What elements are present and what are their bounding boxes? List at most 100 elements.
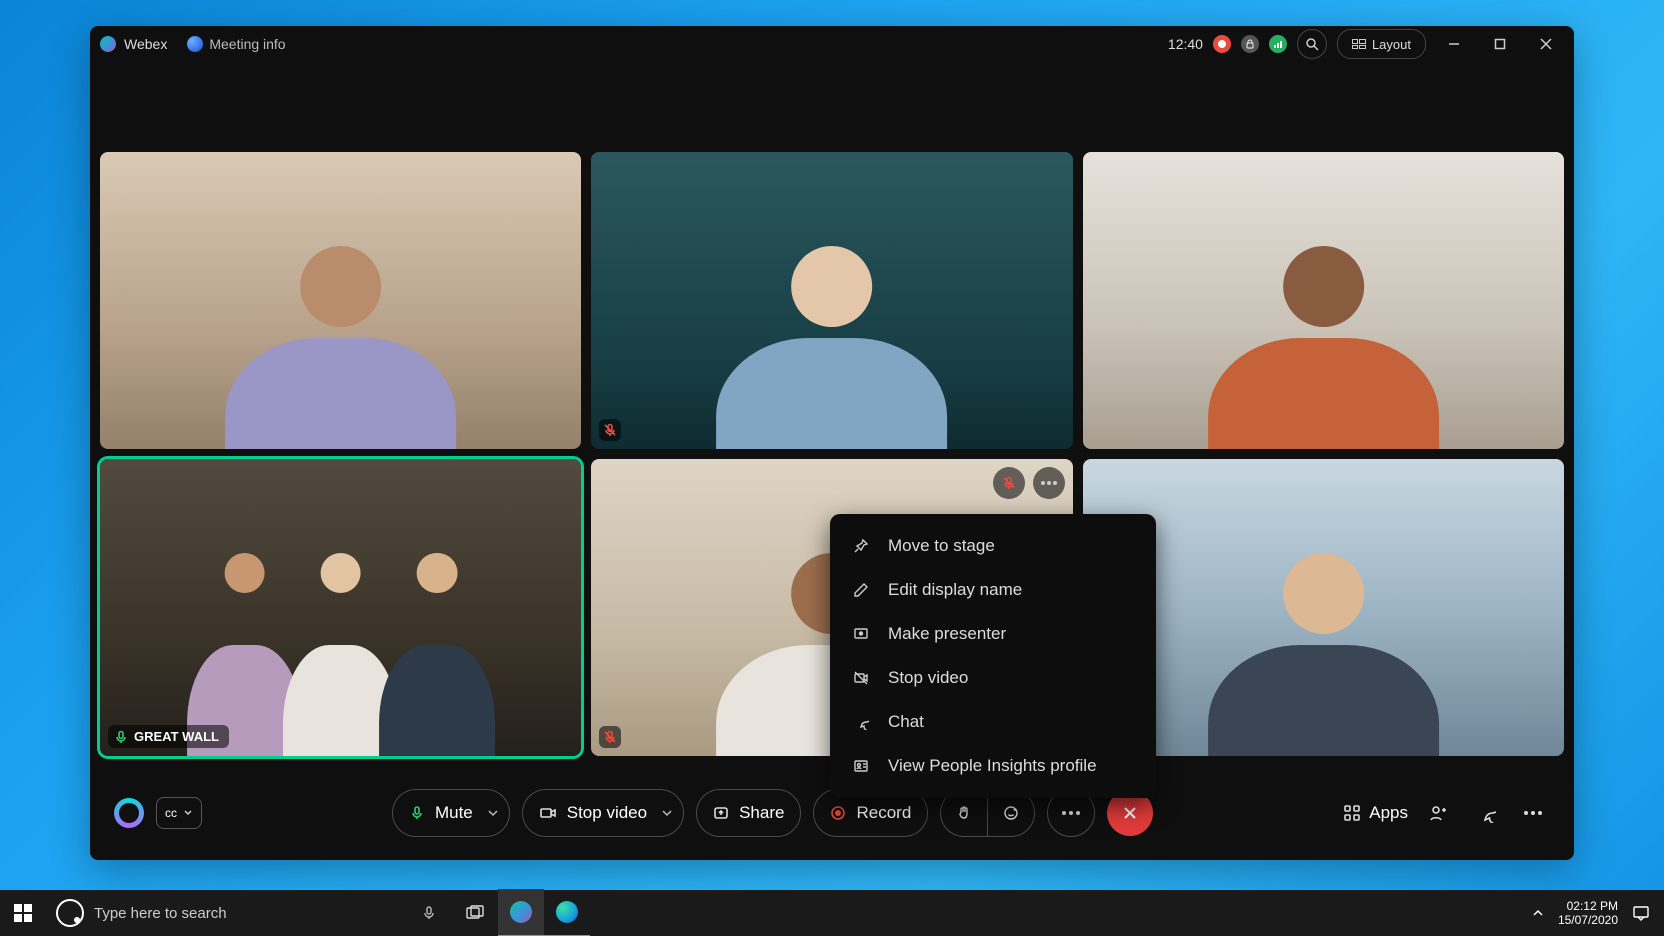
emoji-icon bbox=[1003, 805, 1019, 821]
video-placeholder bbox=[100, 459, 581, 756]
close-button[interactable] bbox=[1528, 26, 1564, 62]
ctx-stop-video[interactable]: Stop video bbox=[830, 656, 1156, 700]
pencil-icon bbox=[852, 581, 870, 599]
participant-tile-2[interactable] bbox=[591, 152, 1072, 449]
share-button[interactable]: Share bbox=[696, 789, 801, 837]
participant-tile-1[interactable] bbox=[100, 152, 581, 449]
camera-icon bbox=[539, 805, 557, 821]
chevron-down-icon bbox=[183, 808, 193, 818]
stop-video-button[interactable]: Stop video bbox=[522, 789, 684, 837]
mute-options-button[interactable] bbox=[487, 807, 499, 819]
participant-tile-3[interactable] bbox=[1083, 152, 1564, 449]
chevron-down-icon bbox=[661, 807, 673, 819]
taskbar-time: 02:12 PM bbox=[1558, 899, 1618, 913]
webex-logo-icon bbox=[100, 36, 116, 52]
record-icon bbox=[830, 805, 846, 821]
windows-taskbar: Type here to search 02:12 PM 15/07/2020 bbox=[0, 890, 1664, 936]
recording-indicator-icon[interactable] bbox=[1213, 35, 1231, 53]
titlebar: Webex Meeting info 12:40 bbox=[90, 26, 1574, 62]
ctx-label: Chat bbox=[888, 712, 924, 732]
ctx-label: Make presenter bbox=[888, 624, 1006, 644]
tile-more-button[interactable] bbox=[1033, 467, 1065, 499]
ctx-label: Stop video bbox=[888, 668, 968, 688]
participants-button[interactable] bbox=[1420, 795, 1456, 831]
minimize-button[interactable] bbox=[1436, 26, 1472, 62]
more-icon bbox=[1041, 481, 1057, 485]
self-label: GREAT WALL bbox=[108, 725, 229, 748]
network-indicator-icon[interactable] bbox=[1269, 35, 1287, 53]
cortana-icon bbox=[56, 899, 84, 927]
maximize-button[interactable] bbox=[1482, 26, 1518, 62]
close-icon bbox=[1121, 804, 1139, 822]
mic-on-icon bbox=[114, 730, 128, 744]
panel-more-button[interactable] bbox=[1516, 803, 1550, 823]
record-label: Record bbox=[856, 803, 911, 823]
layout-label: Layout bbox=[1372, 37, 1411, 52]
tray-chevron[interactable] bbox=[1532, 907, 1544, 919]
presenter-icon bbox=[852, 625, 870, 643]
video-placeholder bbox=[591, 152, 1072, 449]
meeting-info-label: Meeting info bbox=[209, 36, 285, 52]
stop-video-label: Stop video bbox=[567, 803, 647, 823]
webex-icon bbox=[510, 901, 532, 923]
mute-button[interactable]: Mute bbox=[392, 789, 510, 837]
notifications-button[interactable] bbox=[1632, 904, 1650, 922]
ctx-label: View People Insights profile bbox=[888, 756, 1097, 776]
start-button[interactable] bbox=[0, 890, 46, 936]
meeting-time: 12:40 bbox=[1168, 36, 1203, 52]
task-view-button[interactable] bbox=[452, 890, 498, 936]
layout-button[interactable]: Layout bbox=[1337, 29, 1426, 59]
brand: Webex bbox=[100, 36, 167, 52]
apps-icon bbox=[1343, 804, 1361, 822]
ctx-label: Edit display name bbox=[888, 580, 1022, 600]
chevron-down-icon bbox=[487, 807, 499, 819]
chat-panel-button[interactable] bbox=[1468, 795, 1504, 831]
share-label: Share bbox=[739, 803, 784, 823]
edge-icon bbox=[556, 901, 578, 923]
taskbar-mic-button[interactable] bbox=[406, 890, 452, 936]
mute-indicator bbox=[599, 419, 621, 441]
video-options-button[interactable] bbox=[661, 807, 673, 819]
taskbar-search[interactable]: Type here to search bbox=[46, 890, 406, 936]
more-icon bbox=[1524, 811, 1542, 815]
profile-card-icon bbox=[852, 757, 870, 775]
tile-controls bbox=[993, 467, 1065, 499]
pin-icon bbox=[852, 537, 870, 555]
camera-off-icon bbox=[852, 669, 870, 687]
layout-grid-icon bbox=[1352, 39, 1366, 49]
video-placeholder bbox=[1083, 152, 1564, 449]
notification-icon bbox=[1632, 904, 1650, 922]
taskbar-app-edge[interactable] bbox=[544, 889, 590, 936]
search-icon bbox=[1305, 37, 1319, 51]
mute-indicator bbox=[599, 726, 621, 748]
ctx-make-presenter[interactable]: Make presenter bbox=[830, 612, 1156, 656]
mic-off-icon bbox=[1002, 476, 1016, 490]
taskbar-date: 15/07/2020 bbox=[1558, 913, 1618, 927]
globe-icon bbox=[187, 36, 203, 52]
self-avatar-icon[interactable] bbox=[114, 798, 144, 828]
taskbar-clock[interactable]: 02:12 PM 15/07/2020 bbox=[1558, 899, 1618, 927]
ctx-chat[interactable]: Chat bbox=[830, 700, 1156, 744]
tile-toggle-mute-button[interactable] bbox=[993, 467, 1025, 499]
closed-captions-button[interactable]: cc bbox=[156, 797, 202, 829]
chat-icon bbox=[1476, 803, 1496, 823]
video-placeholder bbox=[100, 152, 581, 449]
taskbar-app-webex[interactable] bbox=[498, 889, 544, 936]
mic-icon bbox=[409, 805, 425, 821]
apps-button[interactable]: Apps bbox=[1343, 803, 1408, 823]
meeting-info-button[interactable]: Meeting info bbox=[187, 36, 285, 52]
people-icon bbox=[1428, 803, 1448, 823]
participant-tile-4-self[interactable]: GREAT WALL bbox=[100, 459, 581, 756]
ctx-people-insights[interactable]: View People Insights profile bbox=[830, 744, 1156, 788]
apps-label: Apps bbox=[1369, 803, 1408, 823]
chevron-up-icon bbox=[1532, 907, 1544, 919]
ctx-edit-display-name[interactable]: Edit display name bbox=[830, 568, 1156, 612]
lock-indicator-icon[interactable] bbox=[1241, 35, 1259, 53]
cc-label: cc bbox=[165, 806, 177, 820]
mic-off-icon bbox=[603, 423, 617, 437]
search-button[interactable] bbox=[1297, 29, 1327, 59]
self-label-text: GREAT WALL bbox=[134, 729, 219, 744]
more-icon bbox=[1062, 811, 1080, 815]
ctx-move-to-stage[interactable]: Move to stage bbox=[830, 524, 1156, 568]
search-placeholder: Type here to search bbox=[94, 905, 227, 922]
